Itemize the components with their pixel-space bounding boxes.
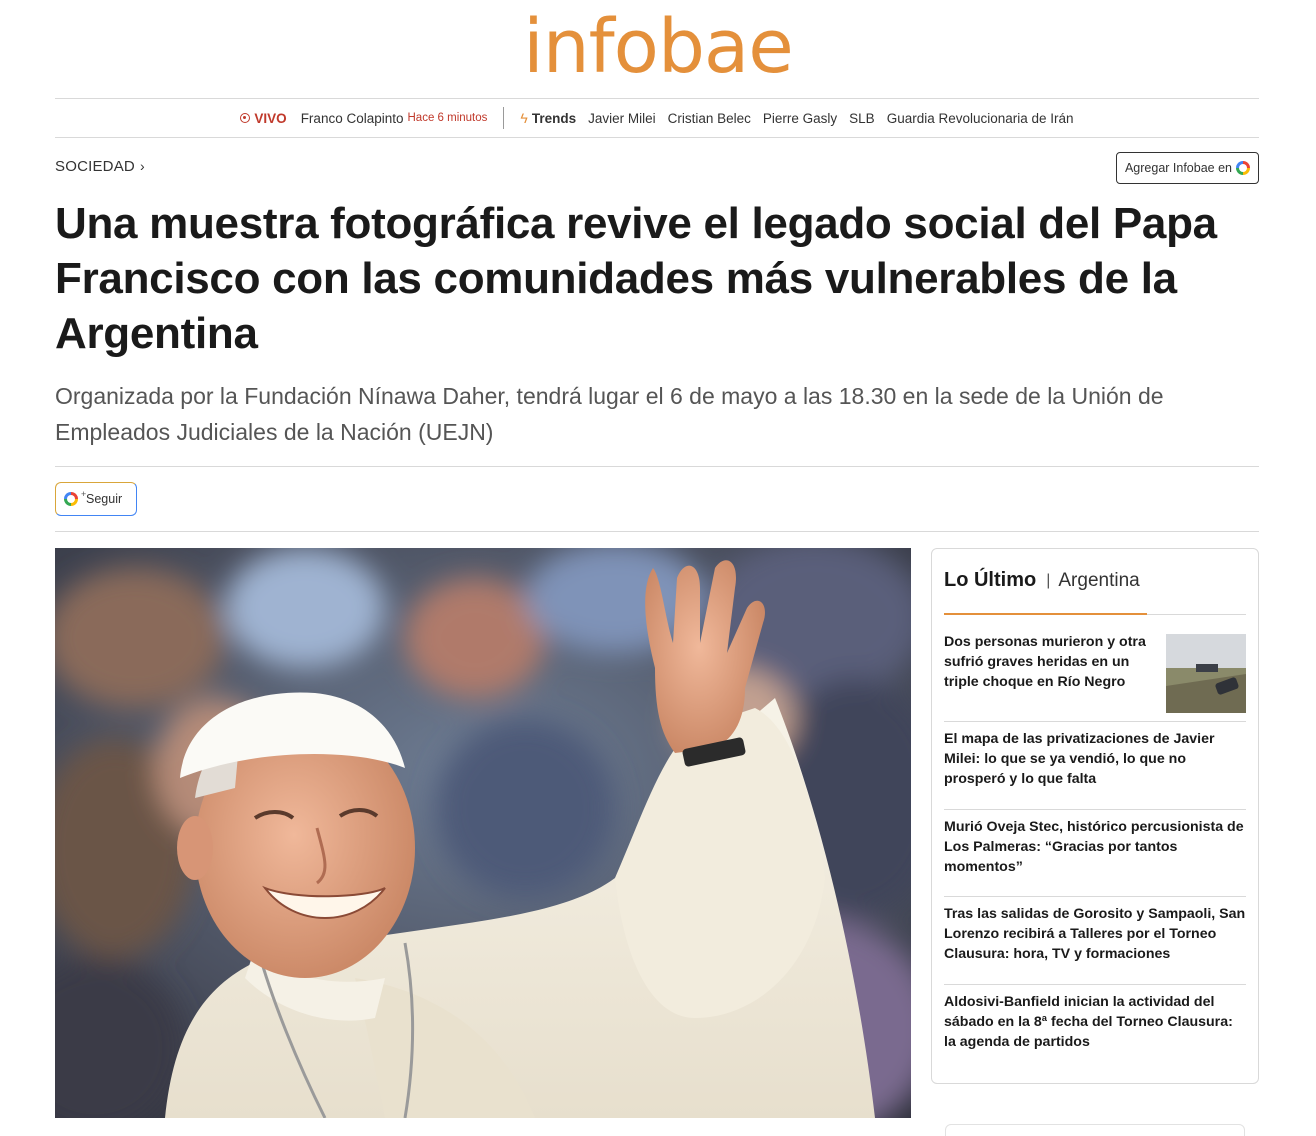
article-hero-image[interactable]: [55, 548, 911, 1118]
trend-link[interactable]: SLB: [849, 111, 875, 126]
section-label: SOCIEDAD: [55, 158, 135, 175]
divider: [944, 809, 1246, 810]
plus-icon: +: [81, 489, 87, 499]
sidebar-tab-separator: |: [1046, 571, 1051, 589]
sidebar-title[interactable]: Lo Último: [944, 569, 1036, 592]
divider: [944, 896, 1246, 897]
news-thumbnail[interactable]: [1166, 634, 1246, 713]
google-icon: [64, 492, 78, 506]
image-caption: [55, 1128, 911, 1136]
add-infobae-google-button[interactable]: Agregar Infobae en: [1115, 152, 1259, 184]
divider: [55, 531, 1259, 532]
live-topic-link[interactable]: Franco Colapinto: [301, 111, 404, 126]
site-logo[interactable]: infobae: [523, 10, 794, 84]
sidebar-header: Lo Último | Argentina: [944, 569, 1140, 592]
bolt-icon: ϟ: [520, 110, 528, 126]
list-item[interactable]: El mapa de las privatizaciones de Javier…: [944, 730, 1246, 789]
tab-argentina[interactable]: Argentina: [1058, 570, 1139, 592]
live-time: Hace 6 minutos: [407, 112, 488, 124]
list-item[interactable]: Tras las salidas de Gorosito y Sampaoli,…: [944, 905, 1246, 964]
section-row: SOCIEDAD › Agregar Infobae en: [55, 152, 1259, 184]
divider: [944, 721, 1246, 722]
divider: [944, 984, 1246, 985]
trend-link[interactable]: Cristian Belec: [668, 111, 751, 126]
article-subtitle: Organizada por la Fundación Nínawa Daher…: [55, 383, 1164, 445]
follow-google-button[interactable]: + Seguir: [55, 482, 137, 516]
hero-illustration: [55, 548, 911, 1118]
live-label[interactable]: VIVO: [254, 111, 286, 126]
active-tab-indicator: [944, 613, 1147, 615]
follow-label: Seguir: [86, 492, 123, 506]
live-icon: [240, 113, 251, 123]
trend-link[interactable]: Guardia Revolucionaria de Irán: [887, 111, 1074, 126]
trend-separator: [503, 107, 505, 129]
divider: [55, 137, 1259, 138]
latest-news-sidebar: Lo Último | Argentina Dos personas murie…: [931, 548, 1259, 1084]
trends-label: Trends: [531, 110, 577, 126]
list-item[interactable]: Murió Oveja Stec, histórico percusionist…: [944, 818, 1246, 877]
trend-link[interactable]: Pierre Gasly: [763, 111, 837, 126]
chevron-right-icon: ›: [139, 158, 145, 174]
article-headline: Una muestra fotográfica revive el legado…: [55, 199, 1217, 358]
google-icon: [1236, 161, 1250, 175]
list-item[interactable]: Dos personas murieron y otra sufrió grav…: [944, 633, 1154, 692]
trend-bar: VIVO Franco Colapinto Hace 6 minutos ϟ T…: [55, 99, 1259, 137]
add-button-label: Agregar Infobae en: [1124, 161, 1232, 175]
divider: [55, 466, 1259, 467]
thumbnail-image: [1166, 634, 1246, 713]
trend-link[interactable]: Javier Milei: [588, 111, 656, 126]
secondary-sidebar-box: [945, 1124, 1245, 1136]
list-item[interactable]: Aldosivi-Banfield inician la actividad d…: [944, 993, 1246, 1052]
header: infobae: [0, 0, 1316, 98]
section-breadcrumb[interactable]: SOCIEDAD ›: [55, 158, 145, 175]
